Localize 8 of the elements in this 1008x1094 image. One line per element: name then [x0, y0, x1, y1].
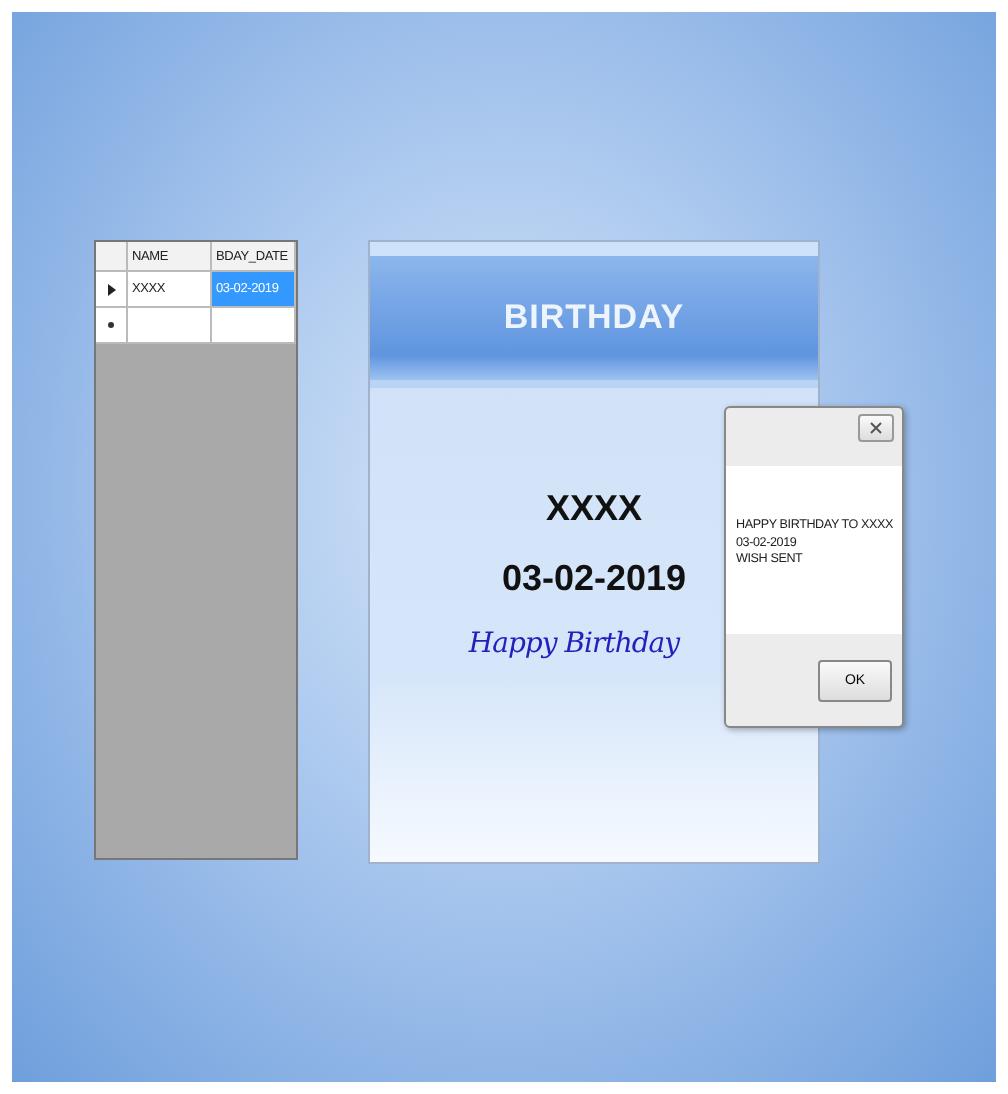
current-row-icon [107, 283, 115, 295]
close-button[interactable] [858, 414, 894, 442]
close-icon [870, 422, 882, 434]
person-name: XXXX [545, 488, 643, 530]
new-row-icon [108, 322, 114, 328]
greeting-text: Happy Birthday [468, 628, 680, 660]
card-title: BIRTHDAY [503, 298, 685, 338]
birthday-date: 03-02-2019 [501, 558, 687, 600]
